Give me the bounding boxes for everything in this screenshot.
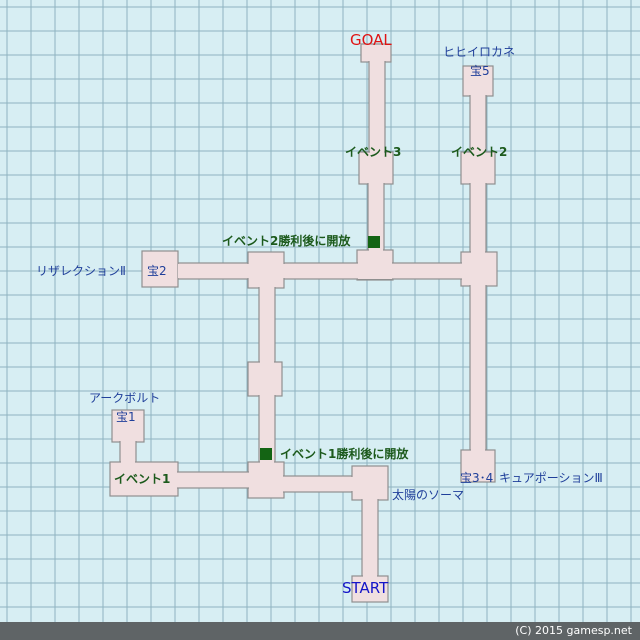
goal-corridor-fill	[370, 61, 384, 153]
treasure-3-4: 宝3･4	[460, 471, 494, 485]
grid-lines	[0, 0, 640, 622]
item-resurrection: リザレクションⅡ	[36, 264, 126, 278]
event-2-label: イベント2	[451, 145, 508, 159]
gate-after-event1-label: イベント1勝利後に開放	[280, 447, 409, 461]
gate-after-event1-marker	[260, 448, 272, 460]
treasure-1: 宝1	[116, 410, 136, 424]
soma-room-fill	[353, 467, 387, 499]
south-hallway-fill	[283, 477, 355, 491]
dungeon-map: GOAL ヒヒイロカネ 宝5 イベント3 イベント2 イベント2勝利後に開放 リ…	[0, 0, 640, 640]
west-mid-room-fill	[249, 363, 281, 395]
event2-lower-corridor-fill	[471, 183, 485, 261]
east-corridor-fill	[471, 285, 485, 453]
treasure1-corridor-fill	[121, 441, 135, 463]
item-sun-soma: 太陽のソーマ	[392, 488, 465, 502]
copyright-text: (C) 2015 gamesp.net	[515, 624, 632, 637]
item-hihiirokane: ヒヒイロカネ	[443, 45, 516, 59]
south-west-hallway-fill	[177, 473, 251, 487]
event-1-label: イベント1	[114, 472, 171, 486]
north-hallway-fill	[178, 264, 466, 278]
west-corridor-upper-fill	[260, 287, 274, 363]
event-3-label: イベント3	[345, 145, 402, 159]
treasure-5: 宝5	[470, 64, 490, 78]
goal-label: GOAL	[350, 31, 392, 49]
footer-bar: (C) 2015 gamesp.net	[0, 622, 640, 640]
start-label: START	[342, 579, 389, 597]
item-cure-potion: キュアポーションⅢ	[499, 471, 603, 485]
east-junction-fill	[462, 253, 496, 285]
treasure-2: 宝2	[147, 264, 167, 278]
west-junction-south-fill	[249, 463, 283, 497]
map-canvas	[0, 0, 640, 622]
start-corridor-fill	[363, 499, 377, 579]
item-arcbolt: アークボルト	[89, 391, 161, 405]
gate-after-event2-label: イベント2勝利後に開放	[222, 234, 351, 248]
west-junction-north-fill	[249, 253, 283, 287]
gate-after-event2-marker	[368, 236, 380, 248]
